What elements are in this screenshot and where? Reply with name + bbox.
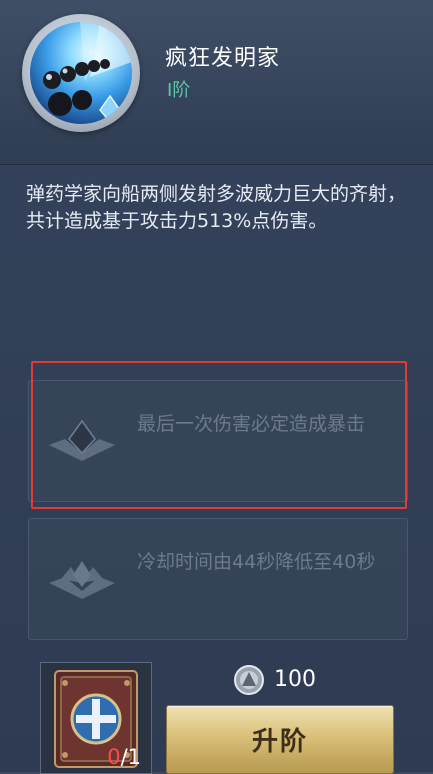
upgrade-option-1[interactable]: 最后一次伤害必定造成暴击 <box>28 380 408 502</box>
cannon-volley-icon <box>30 22 132 124</box>
skill-tier: I阶 <box>167 80 191 101</box>
skill-icon-frame <box>22 14 140 132</box>
skill-name: 疯狂发明家 <box>165 46 281 71</box>
upgrade-button[interactable]: 升阶 <box>166 705 394 774</box>
material-slot[interactable]: 0/1 <box>40 662 152 774</box>
material-count-have: 0 <box>107 745 121 769</box>
upgrade-option-text: 最后一次伤害必定造成暴击 <box>137 413 366 435</box>
material-count-need: /1 <box>120 745 141 769</box>
cost-value: 100 <box>274 667 316 692</box>
skill-description: 弹药学家向船两侧发射多波威力巨大的齐射，共计造成基于攻击力513%点伤害。 <box>26 183 407 232</box>
upgrade-option-text: 冷却时间由44秒降低至40秒 <box>137 551 376 573</box>
material-count: 0/1 <box>107 745 141 769</box>
rank-emblem-icon <box>45 557 119 601</box>
silver-coin-icon <box>234 665 264 695</box>
upgrade-option-2[interactable]: 冷却时间由44秒降低至40秒 <box>28 518 408 640</box>
rank-emblem-icon <box>45 419 119 463</box>
